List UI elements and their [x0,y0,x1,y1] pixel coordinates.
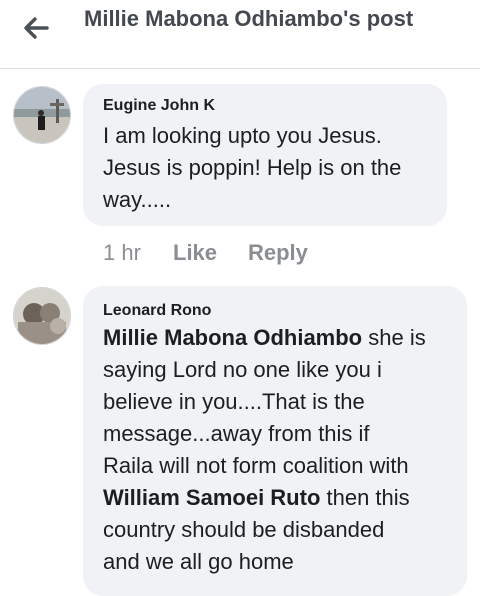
mention-link[interactable]: Millie Mabona Odhiambo [103,325,362,350]
avatar[interactable] [13,287,71,345]
back-button[interactable] [18,14,54,42]
comment-author[interactable]: Eugine John K [103,97,215,115]
avatar[interactable] [13,86,71,144]
comment-text: I am looking upto you Jesus. Jesus is po… [103,123,402,212]
like-button[interactable]: Like [173,240,217,266]
reply-button[interactable]: Reply [248,240,308,266]
comment-time: 1 hr [103,240,141,265]
top-bar: Millie Mabona Odhiambo's post [0,0,480,69]
comment-text: Millie Mabona Odhiambo she is saying Lor… [103,325,426,574]
comment-author[interactable]: Leonard Rono [103,302,211,320]
comment-bubble: Leonard Rono Millie Mabona Odhiambo she … [83,286,467,596]
comment-bubble: Eugine John K I am looking upto you Jesu… [83,84,447,226]
arrow-left-icon [24,17,49,39]
mention-link[interactable]: William Samoei Ruto [103,485,320,510]
page-title: Millie Mabona Odhiambo's post [84,6,414,31]
